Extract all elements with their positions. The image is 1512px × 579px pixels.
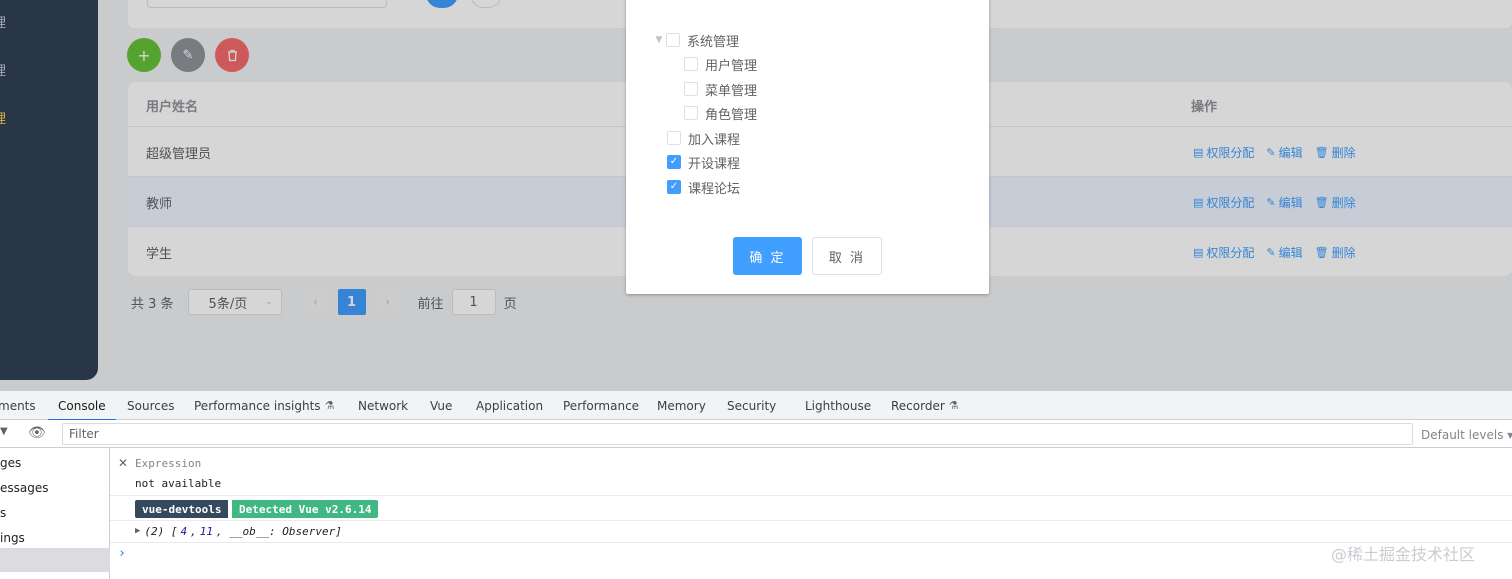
log-levels-select[interactable]: Default levels ▾	[1421, 428, 1512, 442]
console-toolbar: ▼ 👁︎ Filter Default levels ▾	[0, 420, 1512, 448]
live-expression-value: not available	[135, 477, 222, 490]
console-output: ✕ Expression not available vue-devtools …	[110, 448, 1512, 579]
permission-dialog: ▼ 系统管理 用户管理 菜单管理 角色管理 加入课程 ✓ 开设课程 ✓ 课程论坛…	[626, 0, 989, 294]
confirm-button[interactable]: 确 定	[733, 237, 802, 275]
tab-recorder[interactable]: Recorder ⚗	[891, 391, 959, 420]
tree-node-course-forum[interactable]: ✓ 课程论坛	[667, 177, 740, 197]
tab-network[interactable]: Network	[358, 391, 408, 420]
tree-checkbox[interactable]	[684, 106, 698, 120]
tree-node-user-mgmt[interactable]: 用户管理	[684, 54, 757, 74]
flask-icon: ⚗	[324, 399, 335, 412]
tree-checkbox[interactable]	[666, 33, 680, 47]
sidebar-item-errors[interactable]: s	[0, 506, 6, 520]
sidebar-item-selected[interactable]	[0, 548, 110, 572]
console-log-entry[interactable]: ▶ (2) [4, 11, __ob__: Observer]	[135, 525, 342, 538]
cancel-button[interactable]: 取 消	[812, 237, 882, 275]
sidebar-item-warnings[interactable]: ings	[0, 531, 25, 545]
devtools-tabbar: ments Console Sources Performance insigh…	[0, 391, 1512, 421]
vue-version-badge: Detected Vue v2.6.14	[232, 500, 379, 518]
watermark: @稀土掘金技术社区	[1331, 545, 1476, 564]
tab-performance-insights[interactable]: Performance insights ⚗	[194, 391, 334, 420]
divider	[110, 520, 1512, 521]
tree-checkbox-checked[interactable]: ✓	[667, 155, 681, 169]
console-filter-input[interactable]: Filter	[62, 423, 1413, 445]
tab-sources[interactable]: Sources	[127, 391, 174, 420]
tab-application[interactable]: Application	[476, 391, 543, 420]
tree-node-system[interactable]: ▼ 系统管理	[652, 30, 739, 50]
sidebar-item-user-messages[interactable]: essages	[0, 481, 49, 495]
app-area: 管理 管理 管理 程 程 坛 + ✎ 用户姓名 操作 超级管理员 ▤权限分配 ✎…	[0, 0, 1512, 390]
caret-down-icon[interactable]: ▼	[652, 35, 666, 45]
tab-security[interactable]: Security	[727, 391, 776, 420]
eye-icon[interactable]: 👁︎	[28, 425, 46, 441]
expand-triangle-icon[interactable]: ▶	[135, 525, 140, 538]
tab-performance[interactable]: Performance	[563, 391, 639, 420]
tree-node-open-course[interactable]: ✓ 开设课程	[667, 152, 740, 172]
tree-checkbox[interactable]	[684, 57, 698, 71]
check-icon: ✓	[669, 181, 679, 192]
divider	[110, 542, 1512, 543]
tree-node-menu-mgmt[interactable]: 菜单管理	[684, 79, 757, 99]
tree-node-join-course[interactable]: 加入课程	[667, 128, 740, 148]
tree-node-role-mgmt[interactable]: 角色管理	[684, 103, 757, 123]
tab-console[interactable]: Console	[48, 391, 116, 421]
tree-checkbox[interactable]	[684, 82, 698, 96]
console-prompt-icon[interactable]: ›	[118, 546, 126, 561]
tab-lighthouse[interactable]: Lighthouse	[805, 391, 871, 420]
tab-elements[interactable]: ments	[0, 391, 36, 420]
tree-checkbox-checked[interactable]: ✓	[667, 180, 681, 194]
divider	[110, 495, 1512, 496]
tab-memory[interactable]: Memory	[657, 391, 706, 420]
close-icon[interactable]: ✕	[118, 456, 128, 470]
devtools-panel: ments Console Sources Performance insigh…	[0, 390, 1512, 579]
console-sidebar: ges essages s ings	[0, 448, 110, 579]
dropdown-arrow-icon[interactable]: ▼	[0, 426, 8, 437]
sidebar-item-messages[interactable]: ges	[0, 456, 21, 470]
vue-devtools-badge: vue-devtools	[135, 500, 229, 518]
check-icon: ✓	[669, 156, 679, 167]
tree-checkbox[interactable]	[667, 131, 681, 145]
live-expression-label: Expression	[135, 457, 202, 470]
tab-vue[interactable]: Vue	[430, 391, 452, 420]
flask-icon: ⚗	[948, 399, 959, 412]
